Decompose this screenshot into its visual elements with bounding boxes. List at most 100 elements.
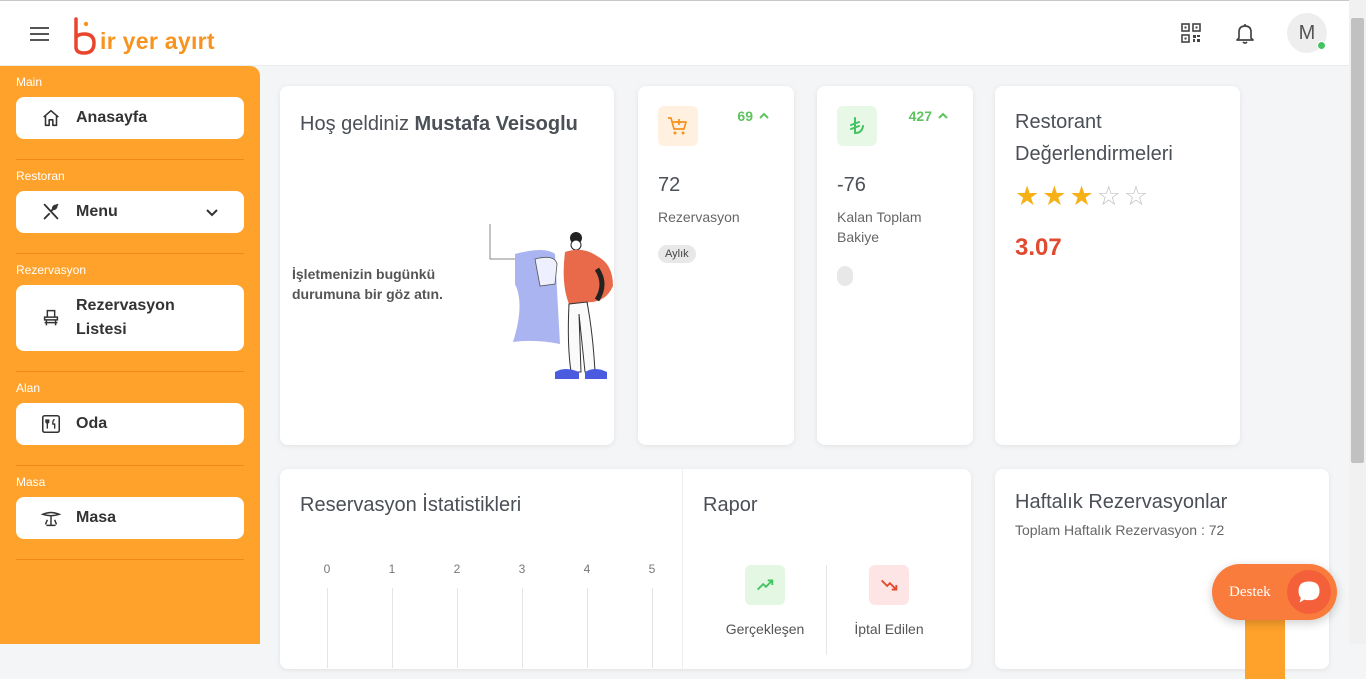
brand-logo[interactable]: ir yer ayırt [70, 13, 215, 55]
reservation-trend: 69 [737, 108, 770, 124]
rating-stars: ★ ★ ★ ☆ ☆ [1015, 182, 1220, 210]
logo-text: ir yer ayırt [100, 28, 215, 54]
support-chat-button[interactable]: Destek [1212, 564, 1337, 620]
utensils-icon [43, 203, 59, 220]
sidebar-section-masa: Masa Masa [16, 466, 244, 560]
page-scrollbar[interactable] [1349, 0, 1366, 644]
menu-toggle-button[interactable] [30, 23, 54, 43]
cart-plus-icon [658, 106, 698, 146]
sidebar-section-title: Masa [16, 475, 46, 489]
weekly-subtitle: Toplam Haftalık Rezervasyon : 72 [1015, 522, 1225, 538]
axis-tick: 1 [388, 562, 396, 576]
table-icon [40, 511, 62, 527]
avatar-initial: M [1298, 21, 1316, 44]
welcome-illustration-icon [489, 224, 613, 379]
star-empty-icon: ☆ [1123, 181, 1149, 211]
balance-value: -76 [837, 174, 866, 196]
sidebar-section-title: Restoran [16, 169, 65, 183]
star-filled-icon: ★ [1042, 181, 1067, 211]
sidebar-item-label: Oda [76, 415, 108, 432]
reservation-count: 72 [658, 174, 681, 196]
home-icon [43, 109, 59, 127]
chat-bubble-icon [1287, 570, 1331, 614]
hamburger-icon [30, 27, 49, 29]
balance-trend: 427 [909, 108, 949, 124]
balance-placeholder-pill [837, 266, 853, 286]
rating-score: 3.07 [1015, 234, 1062, 261]
axis-tick: 0 [323, 562, 331, 576]
weekly-title: Haftalık Rezervasyonlar [1015, 491, 1228, 513]
trend-value: 69 [737, 108, 753, 124]
sidebar-section-restoran: Restoran Menu [16, 160, 244, 254]
sidebar-item-anasayfa[interactable]: Anasayfa [16, 97, 244, 139]
reservation-label: Rezervasyon [658, 209, 740, 225]
statistics-axis: 0 1 2 3 4 5 [320, 562, 660, 668]
room-icon [41, 414, 61, 434]
axis-tick: 5 [648, 562, 656, 576]
grid-line [457, 588, 458, 668]
chevron-down-icon [206, 209, 218, 217]
welcome-description: İşletmenizin bugünkü durumuna bir göz at… [292, 266, 443, 302]
rating-card: Restorant Değerlendirmeleri ★ ★ ★ ☆ ☆ 3.… [995, 86, 1240, 445]
cancelled-label: İptal Edilen [854, 621, 924, 637]
axis-tick: 4 [583, 562, 591, 576]
weekly-bar [1245, 619, 1285, 679]
realized-label: Gerçekleşen [725, 621, 805, 637]
axis-tick: 3 [518, 562, 526, 576]
user-name: Mustafa Veisoglu [414, 113, 578, 135]
sidebar-item-oda[interactable]: Oda [16, 403, 244, 445]
grid-line [392, 588, 393, 668]
sidebar-section-rezervasyon: Rezervasyon Rezervasyon Listesi [16, 254, 244, 372]
avatar[interactable]: M [1287, 13, 1327, 53]
report-title: Rapor [703, 494, 758, 516]
logo-mark-icon [74, 17, 96, 55]
sidebar: Main Anasayfa Restoran Menu Rezervasyon … [0, 66, 260, 644]
sidebar-item-label: Masa [76, 509, 117, 526]
grid-line [327, 588, 328, 668]
rating-title: Restorant Değerlendirmeleri [1015, 111, 1173, 165]
sidebar-section-title: Rezervasyon [16, 263, 87, 277]
sidebar-item-menu[interactable]: Menu [16, 191, 244, 233]
report-cancelled: İptal Edilen [834, 565, 944, 637]
sidebar-section-title: Main [16, 75, 43, 89]
sidebar-item-label: Rezervasyon Listesi [76, 297, 175, 338]
chevron-up-icon [938, 112, 948, 119]
scrollbar-thumb[interactable] [1351, 18, 1364, 463]
statistics-card: Reservasyon İstatistikleri 0 1 2 3 4 5 R… [280, 469, 971, 669]
sidebar-item-masa[interactable]: Masa [16, 497, 244, 539]
welcome-greeting: Hoş geldiniz [300, 113, 409, 135]
online-status-dot [1317, 41, 1326, 50]
reservation-stat-card: 69 72 Rezervasyon Aylık [638, 86, 794, 445]
report-realized: Gerçekleşen [710, 565, 820, 637]
trending-down-icon [869, 565, 909, 605]
report-panel: Rapor Gerçekleşen İptal Edilen [683, 469, 971, 669]
trending-up-icon [745, 565, 785, 605]
report-divider [826, 565, 827, 655]
welcome-card: Hoş geldiniz Mustafa Veisoglu İşletmeniz… [280, 86, 614, 445]
grid-line [652, 588, 653, 668]
star-filled-icon: ★ [1015, 181, 1040, 211]
chevron-up-icon [759, 112, 769, 119]
chair-icon [43, 309, 59, 326]
grid-line [522, 588, 523, 668]
balance-stat-card: 427 -76 Kalan Toplam Bakiye [817, 86, 973, 445]
sidebar-item-label: Menu [76, 203, 118, 220]
qr-code-icon[interactable] [1179, 21, 1203, 45]
axis-tick: 2 [453, 562, 461, 576]
star-empty-icon: ☆ [1096, 181, 1121, 211]
bell-icon[interactable] [1233, 21, 1257, 45]
sidebar-item-rezervasyon-listesi[interactable]: Rezervasyon Listesi [16, 285, 244, 351]
grid-line [587, 588, 588, 668]
support-label: Destek [1229, 583, 1271, 600]
sidebar-section-alan: Alan Oda [16, 372, 244, 466]
balance-label: Kalan Toplam Bakiye [837, 209, 922, 245]
sidebar-item-label: Anasayfa [76, 109, 148, 126]
lira-icon [837, 106, 877, 146]
reservation-statistics-panel: Reservasyon İstatistikleri 0 1 2 3 4 5 [280, 469, 683, 669]
sidebar-section-title: Alan [16, 381, 41, 395]
star-filled-icon: ★ [1069, 181, 1094, 211]
reservation-statistics-title: Reservasyon İstatistikleri [300, 494, 522, 516]
top-bar: ir yer ayırt M [0, 0, 1349, 66]
period-badge: Aylık [658, 245, 696, 263]
welcome-heading: Hoş geldiniz Mustafa Veisoglu [300, 108, 580, 140]
